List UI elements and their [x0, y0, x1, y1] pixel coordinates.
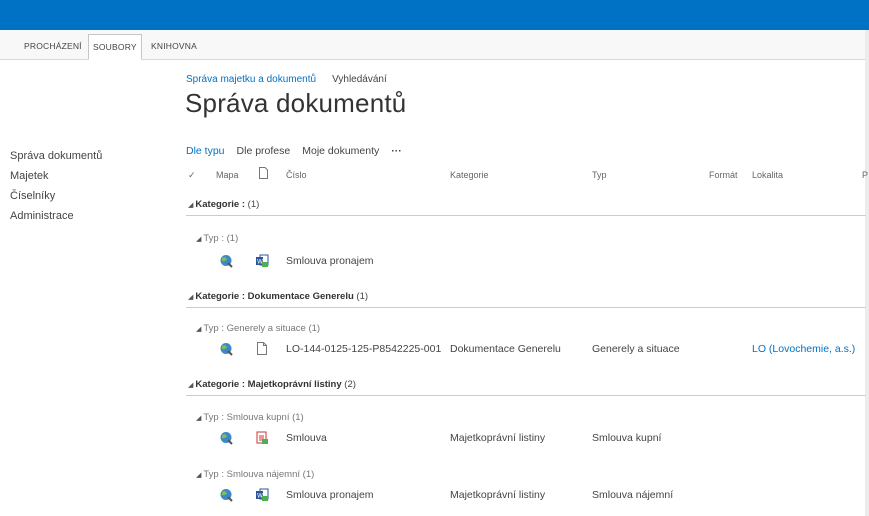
subgroup-header-typ-4[interactable]: ◢ Typ : Smlouva nájemní (1) — [196, 469, 314, 480]
map-globe-icon[interactable] — [219, 431, 233, 448]
document-number[interactable]: Smlouva pronajem — [286, 489, 374, 501]
column-lokalita[interactable]: Lokalita — [752, 170, 783, 180]
column-typ[interactable]: Typ — [592, 170, 607, 180]
map-globe-icon[interactable] — [219, 342, 233, 359]
group-divider — [186, 395, 866, 396]
word-document-icon: W — [256, 254, 269, 271]
collapse-triangle-icon[interactable]: ◢ — [188, 201, 193, 209]
breadcrumb-link-vyhledavani[interactable]: Vyhledávání — [332, 74, 387, 85]
document-number[interactable]: LO-144-0125-125-P8542225-001 — [286, 343, 441, 355]
page-title: Správa dokumentů — [185, 88, 407, 118]
category-cell: Dokumentace Generelu — [450, 343, 561, 355]
type-cell: Smlouva kupní — [592, 432, 662, 444]
category-cell: Majetkoprávní listiny — [450, 432, 546, 444]
select-all-checkbox[interactable]: ✓ — [188, 170, 196, 181]
column-extra[interactable]: P — [862, 170, 868, 180]
document-number[interactable]: Smlouva — [286, 432, 327, 444]
nav-item-ciselniky[interactable]: Číselníky — [10, 186, 102, 206]
breadcrumb-link-sprava-majetku[interactable]: Správa majetku a dokumentů — [186, 74, 316, 85]
collapse-triangle-icon[interactable]: ◢ — [196, 325, 201, 333]
collapse-triangle-icon[interactable]: ◢ — [196, 235, 201, 243]
view-dle-profese[interactable]: Dle profese — [237, 145, 291, 157]
nav-item-administrace[interactable]: Administrace — [10, 206, 102, 226]
list-item[interactable]: W Smlouva pronajem — [186, 251, 866, 273]
list-item[interactable]: Smlouva Majetkoprávní listiny Smlouva ku… — [186, 428, 866, 450]
left-navigation: Správa dokumentů Majetek Číselníky Admin… — [10, 146, 102, 226]
tab-knihovna[interactable]: KNIHOVNA — [147, 34, 201, 59]
collapse-triangle-icon[interactable]: ◢ — [196, 414, 201, 422]
suite-bar — [0, 0, 869, 30]
column-format[interactable]: Formát — [709, 170, 738, 180]
list-item[interactable]: W Smlouva pronajem Majetkoprávní listiny… — [186, 485, 866, 507]
group-divider — [186, 215, 866, 216]
collapse-triangle-icon[interactable]: ◢ — [188, 293, 193, 301]
tab-prochazeni[interactable]: PROCHÁZENÍ — [20, 34, 86, 59]
breadcrumb: Správa majetku a dokumentů Vyhledávání — [186, 74, 387, 85]
nav-item-sprava-dokumentu[interactable]: Správa dokumentů — [10, 146, 102, 166]
document-number[interactable]: Smlouva pronajem — [286, 255, 374, 267]
type-cell: Generely a situace — [592, 343, 680, 355]
group-divider — [186, 307, 866, 308]
column-cislo[interactable]: Číslo — [286, 170, 307, 180]
word-document-icon: W — [256, 488, 269, 505]
more-views-button[interactable]: ··· — [391, 145, 402, 157]
nav-item-majetek[interactable]: Majetek — [10, 166, 102, 186]
list-item[interactable]: LO-144-0125-125-P8542225-001 Dokumentace… — [186, 339, 866, 361]
view-moje-dokumenty[interactable]: Moje dokumenty — [302, 145, 379, 157]
map-globe-icon[interactable] — [219, 488, 233, 505]
group-header-kategorie-1[interactable]: ◢ Kategorie : (1) — [188, 199, 259, 210]
column-kategorie[interactable]: Kategorie — [450, 170, 489, 180]
group-header-kategorie-2[interactable]: ◢ Kategorie : Dokumentace Generelu (1) — [188, 291, 368, 302]
subgroup-header-typ-2[interactable]: ◢ Typ : Generely a situace (1) — [196, 323, 320, 334]
ribbon: PROCHÁZENÍ SOUBORY KNIHOVNA — [0, 30, 869, 60]
view-selector: Dle typu Dle profese Moje dokumenty ··· — [186, 145, 414, 157]
blank-document-icon — [257, 342, 267, 358]
collapse-triangle-icon[interactable]: ◢ — [196, 471, 201, 479]
subgroup-header-typ-1[interactable]: ◢ Typ : (1) — [196, 233, 238, 244]
group-header-kategorie-3[interactable]: ◢ Kategorie : Majetkoprávní listiny (2) — [188, 379, 356, 390]
collapse-triangle-icon[interactable]: ◢ — [188, 381, 193, 389]
tab-soubory[interactable]: SOUBORY — [88, 34, 142, 60]
list-header: ✓ Mapa Číslo Kategorie Typ Formát Lokali… — [186, 166, 868, 186]
subgroup-header-typ-3[interactable]: ◢ Typ : Smlouva kupní (1) — [196, 412, 304, 423]
column-mapa[interactable]: Mapa — [216, 170, 239, 180]
pdf-document-icon — [256, 431, 269, 448]
category-cell: Majetkoprávní listiny — [450, 489, 546, 501]
type-cell: Smlouva nájemní — [592, 489, 674, 501]
locality-link[interactable]: LO (Lovochemie, a.s.) — [752, 343, 855, 355]
map-globe-icon[interactable] — [219, 254, 233, 271]
view-dle-typu[interactable]: Dle typu — [186, 145, 225, 157]
document-type-icon — [259, 167, 268, 181]
